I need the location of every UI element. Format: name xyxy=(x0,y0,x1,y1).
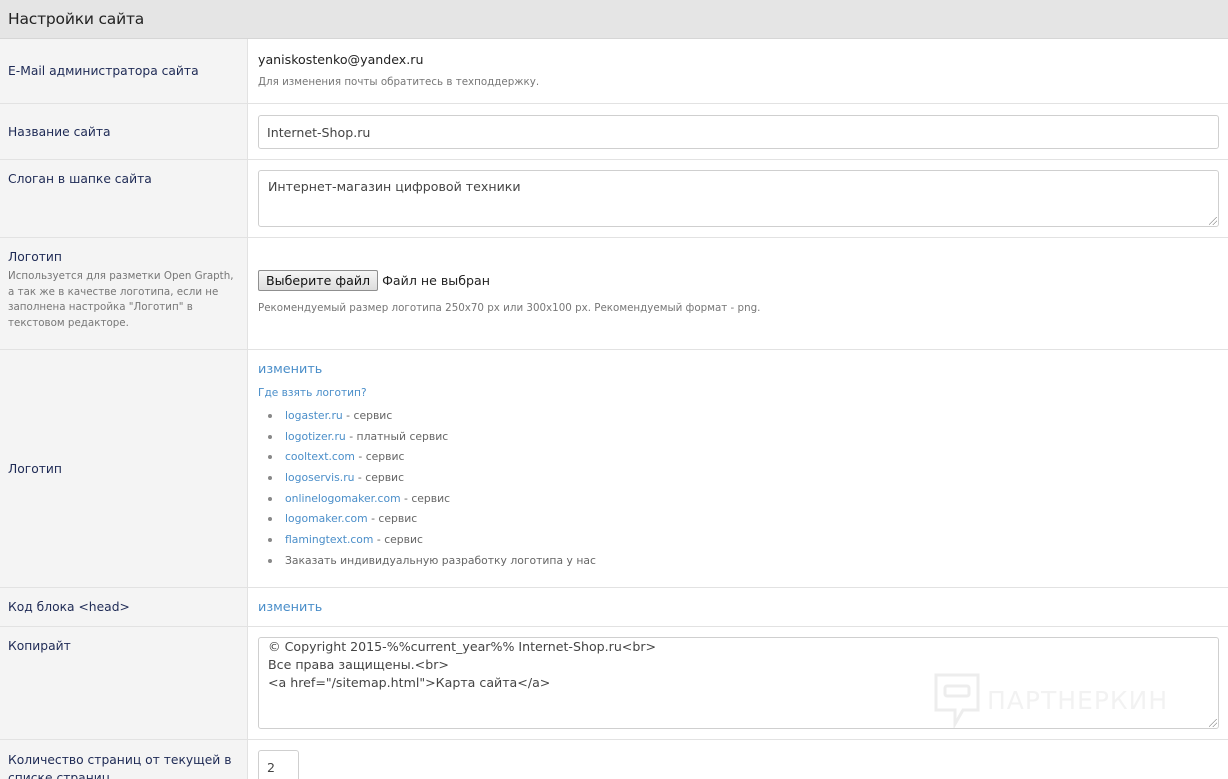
copyright-line-1: © Copyright 2015-%%current_year%% Intern… xyxy=(268,639,657,654)
list-item: cooltext.com - сервис xyxy=(258,450,1219,471)
pages-count-label: Количество страниц от текущей в списке с… xyxy=(0,740,248,779)
head-code-change-link[interactable]: изменить xyxy=(258,600,322,615)
logo-upload-description: Используется для разметки Open Grapth, а… xyxy=(8,270,234,329)
service-link[interactable]: logomaker.com xyxy=(285,512,368,525)
where-logo-link[interactable]: Где взять логотип? xyxy=(258,387,1219,399)
list-item: Заказать индивидуальную разработку логот… xyxy=(258,554,1219,575)
resize-handle[interactable] xyxy=(1209,217,1217,225)
admin-email-row: E-Mail администратора сайта yaniskostenk… xyxy=(0,39,1228,104)
list-item: logotizer.ru - платный сервис xyxy=(258,430,1219,451)
list-item: logomaker.com - сервис xyxy=(258,512,1219,533)
choose-file-button[interactable]: Выберите файл xyxy=(258,270,379,291)
logo-change-link[interactable]: изменить xyxy=(258,362,1219,377)
resize-handle[interactable] xyxy=(1209,719,1217,727)
logo-upload-row: Логотип Используется для разметки Open G… xyxy=(0,238,1228,350)
admin-email-value: yaniskostenko@yandex.ru xyxy=(258,52,424,67)
page-header: Настройки сайта xyxy=(0,0,1228,39)
head-code-row: Код блока <head> изменить xyxy=(0,588,1228,627)
page-title: Настройки сайта xyxy=(8,10,145,28)
service-link[interactable]: logaster.ru xyxy=(285,409,343,422)
service-link[interactable]: cooltext.com xyxy=(285,450,355,463)
copyright-label: Копирайт xyxy=(0,627,248,739)
list-item: flamingtext.com - сервис xyxy=(258,533,1219,554)
chat-icon xyxy=(934,673,980,728)
slogan-textarea[interactable]: Интернет-магазин цифровой техники xyxy=(258,170,1219,227)
pages-count-row: Количество страниц от текущей в списке с… xyxy=(0,740,1228,779)
logo-editor-label: Логотип xyxy=(0,350,248,587)
watermark-text: ПАРТНЕРКИН xyxy=(987,685,1169,715)
list-item: logaster.ru - сервис xyxy=(258,409,1219,430)
site-name-input[interactable]: Internet-Shop.ru xyxy=(258,115,1219,149)
logo-upload-label: Логотип xyxy=(8,250,62,264)
list-item: logoservis.ru - сервис xyxy=(258,471,1219,492)
logo-services-list: logaster.ru - сервис logotizer.ru - плат… xyxy=(258,409,1219,575)
watermark: ПАРТНЕРКИН xyxy=(933,672,1168,728)
site-name-row: Название сайта Internet-Shop.ru xyxy=(0,104,1228,160)
service-link[interactable]: onlinelogomaker.com xyxy=(285,492,401,505)
list-item: onlinelogomaker.com - сервис xyxy=(258,492,1219,513)
file-status: Файл не выбран xyxy=(382,273,490,288)
logo-size-hint: Рекомендуемый размер логотипа 250x70 px … xyxy=(258,302,761,314)
pages-count-input[interactable]: 2 xyxy=(258,750,299,779)
service-link[interactable]: flamingtext.com xyxy=(285,533,373,546)
slogan-text: Интернет-магазин цифровой техники xyxy=(268,179,521,194)
admin-email-label: E-Mail администратора сайта xyxy=(0,39,248,103)
slogan-label: Слоган в шапке сайта xyxy=(0,160,248,237)
service-link[interactable]: logoservis.ru xyxy=(285,471,355,484)
admin-email-note: Для изменения почты обратитесь в техподд… xyxy=(258,76,540,88)
site-name-label: Название сайта xyxy=(0,104,248,159)
slogan-row: Слоган в шапке сайта Интернет-магазин ци… xyxy=(0,160,1228,238)
service-link[interactable]: logotizer.ru xyxy=(285,430,346,443)
logo-editor-row: Логотип изменить Где взять логотип? loga… xyxy=(0,350,1228,588)
custom-logo-text: Заказать индивидуальную разработку логот… xyxy=(285,553,596,567)
head-code-label: Код блока <head> xyxy=(0,588,248,626)
